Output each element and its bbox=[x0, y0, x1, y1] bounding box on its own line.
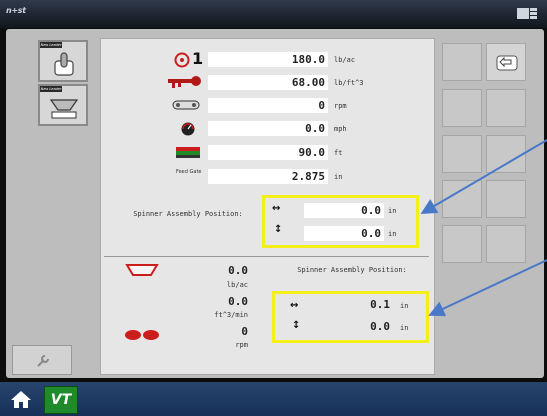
status-spinner-label: Spinner Assembly Position: bbox=[297, 266, 407, 274]
status-flow-value: 0.0 bbox=[228, 295, 248, 308]
spreader-status-icon bbox=[125, 264, 159, 276]
status-horizontal-arrows-icon: ↔ bbox=[290, 300, 299, 311]
speed-field[interactable]: 0.0 bbox=[208, 121, 328, 136]
horizontal-arrows-icon: ↔ bbox=[272, 203, 281, 214]
status-vertical-arrows-icon: ↕ bbox=[292, 320, 301, 331]
screen-layout-icon[interactable] bbox=[517, 7, 537, 21]
feed-gate-field[interactable]: 2.875 bbox=[208, 169, 328, 184]
product-number: 1 bbox=[192, 49, 204, 68]
status-rpm-unit: rpm bbox=[235, 341, 248, 349]
density-field[interactable]: 68.00 bbox=[208, 75, 328, 90]
lever-icon bbox=[54, 52, 74, 76]
callout-arrows bbox=[420, 139, 547, 317]
spread-width-icon bbox=[176, 147, 200, 158]
vertical-arrows-icon: ↕ bbox=[274, 224, 283, 235]
feed-gate-unit: in bbox=[334, 173, 343, 181]
settings-wrench-button[interactable] bbox=[12, 345, 72, 375]
rate-field[interactable]: 180.0 bbox=[208, 52, 328, 67]
vt-button[interactable]: VT bbox=[44, 386, 78, 414]
brand-logo: n+st bbox=[6, 6, 26, 15]
sidebar-button-lever[interactable]: New Leader bbox=[38, 40, 88, 82]
speed-unit: mph bbox=[334, 125, 347, 133]
softkey-4[interactable] bbox=[486, 89, 526, 127]
softkey-back[interactable] bbox=[486, 43, 526, 81]
key-icon bbox=[168, 76, 201, 88]
belt-rpm-unit: rpm bbox=[334, 102, 347, 110]
spinner-horizontal-unit: in bbox=[388, 207, 397, 215]
density-unit: lb/ft^3 bbox=[334, 79, 364, 87]
belt-icon bbox=[172, 100, 200, 110]
status-spinner-horizontal-value: 0.1 bbox=[370, 298, 390, 311]
spread-width-unit: ft bbox=[334, 149, 343, 157]
spinner-horizontal-field[interactable]: 0.0 bbox=[304, 203, 384, 218]
spinner-discs-icon bbox=[125, 330, 159, 340]
target-icon bbox=[174, 52, 190, 68]
belt-rpm-field[interactable]: 0 bbox=[208, 98, 328, 113]
status-flow-unit: ft^3/min bbox=[214, 311, 248, 319]
status-rate-value: 0.0 bbox=[228, 264, 248, 277]
spinner-position-label: Spinner Assembly Position: bbox=[133, 210, 243, 218]
feed-gate-label: Feed Gate bbox=[176, 169, 202, 175]
panel-divider bbox=[104, 256, 429, 257]
spinner-vertical-field[interactable]: 0.0 bbox=[304, 226, 384, 241]
speedometer-icon bbox=[181, 122, 195, 136]
softkey-1[interactable] bbox=[442, 43, 482, 81]
side-button-label: New Leader bbox=[40, 86, 62, 92]
spreader-icon bbox=[49, 99, 79, 119]
top-bar: n+st bbox=[0, 0, 547, 28]
bottom-bar: VT bbox=[0, 382, 547, 416]
rate-unit: lb/ac bbox=[334, 56, 356, 64]
status-rate-unit: lb/ac bbox=[226, 281, 248, 289]
home-icon[interactable] bbox=[10, 389, 32, 409]
spinner-vertical-unit: in bbox=[388, 230, 397, 238]
side-button-label: New Leader bbox=[40, 42, 62, 48]
softkey-3[interactable] bbox=[442, 89, 482, 127]
status-rpm-value: 0 bbox=[241, 325, 248, 338]
spread-width-field[interactable]: 90.0 bbox=[208, 145, 328, 160]
status-spinner-vertical-value: 0.0 bbox=[370, 320, 390, 333]
back-arrow-icon bbox=[496, 55, 518, 71]
sidebar-button-spreader[interactable]: New Leader bbox=[38, 84, 88, 126]
wrench-icon bbox=[37, 355, 49, 367]
